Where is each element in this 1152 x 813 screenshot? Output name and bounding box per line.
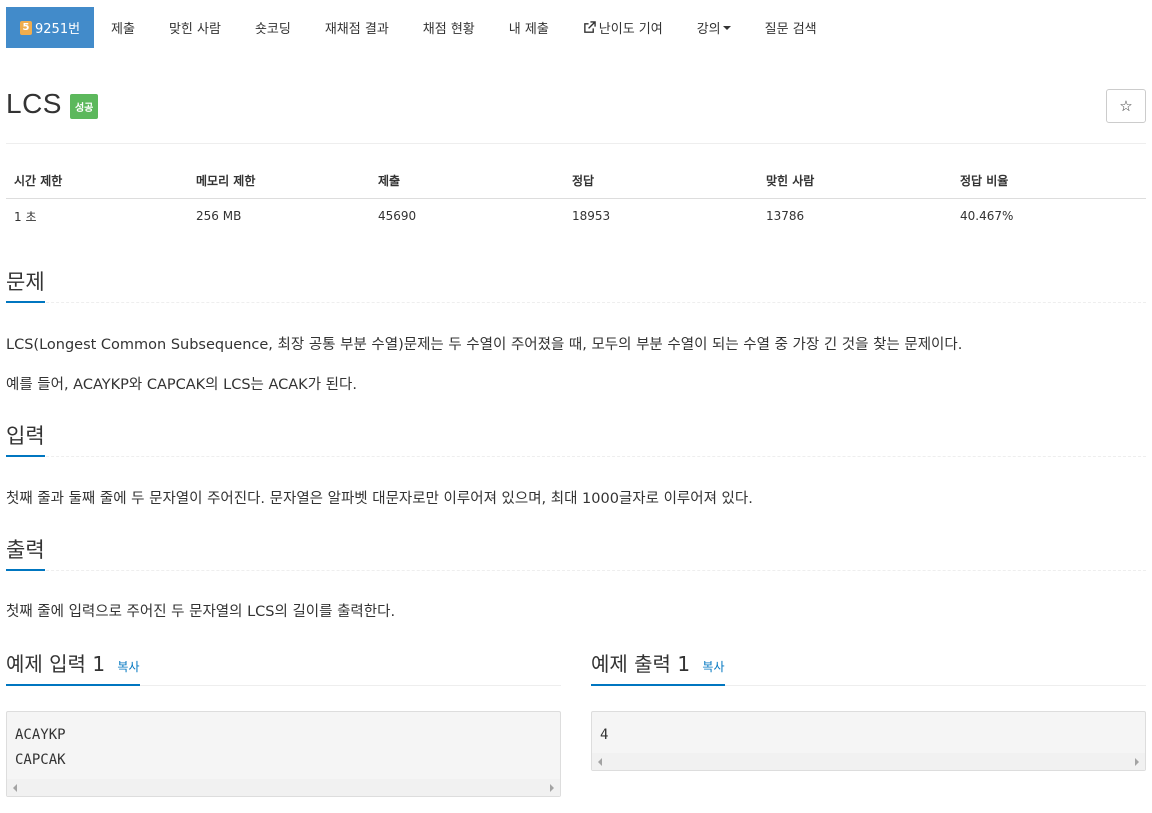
input-section-header: 입력 — [6, 420, 1146, 457]
tier-badge-icon: 5 — [20, 20, 32, 35]
output-description: 첫째 줄에 입력으로 주어진 두 문자열의 LCS의 길이를 출력한다. — [6, 604, 396, 620]
problem-menu: 5 9251번 제출 맞힌 사람 숏코딩 재채점 결과 채점 현황 내 제출 난… — [6, 7, 834, 48]
sample-input-heading: 예제 입력 1 복사 — [6, 648, 140, 686]
sample-input-header: 예제 입력 1 복사 — [6, 648, 561, 686]
sample-output-heading: 예제 출력 1 복사 — [591, 648, 725, 686]
question-search-tab[interactable]: 질문 검색 — [748, 7, 834, 48]
horizontal-scrollbar[interactable] — [592, 753, 1145, 770]
my-submissions-tab[interactable]: 내 제출 — [492, 7, 566, 48]
solved-users-tab[interactable]: 맞힌 사람 — [152, 7, 238, 48]
time-limit-header: 시간 제한 — [6, 164, 188, 199]
sample-output-title: 예제 출력 1 — [591, 652, 691, 676]
accept-ratio-value: 40.467% — [960, 209, 1014, 224]
memory-limit-value: 256 MB — [196, 209, 242, 224]
description-section-header: 문제 — [6, 266, 1146, 303]
problem-info-table: 시간 제한 메모리 제한 제출 정답 맞힌 사람 정답 비율 1 초 256 M… — [6, 164, 1146, 234]
rejudge-results-tab[interactable]: 재채점 결과 — [308, 7, 406, 48]
table-header-row: 시간 제한 메모리 제한 제출 정답 맞힌 사람 정답 비율 — [6, 164, 1146, 199]
difficulty-contribution-label: 난이도 기여 — [598, 22, 663, 37]
input-heading: 입력 — [6, 420, 45, 457]
accept-ratio-header: 정답 비율 — [952, 164, 1146, 199]
scroll-right-icon[interactable] — [550, 784, 554, 792]
problem-number-label: 9251번 — [35, 22, 81, 37]
output-section-header: 출력 — [6, 534, 1146, 571]
scroll-left-icon[interactable] — [598, 758, 602, 766]
description-paragraph-1: LCS(Longest Common Subsequence, 최장 공통 부분… — [6, 337, 963, 353]
horizontal-scrollbar[interactable] — [7, 779, 560, 796]
problem-title-row: LCS 성공 — [6, 88, 99, 120]
description-heading: 문제 — [6, 266, 45, 303]
submit-tab[interactable]: 제출 — [94, 7, 152, 48]
favorite-star-button[interactable]: ☆ — [1106, 89, 1146, 123]
time-limit-value: 1 초 — [14, 209, 37, 224]
table-row: 1 초 256 MB 45690 18953 13786 40.467% — [6, 198, 1146, 234]
short-coding-tab[interactable]: 숏코딩 — [238, 7, 308, 48]
sample-input-content: ACAYKP CAPCAK — [15, 727, 66, 768]
accepted-value: 18953 — [572, 209, 611, 224]
status-badge: 성공 — [69, 93, 99, 119]
caret-down-icon — [722, 25, 731, 30]
submissions-header: 제출 — [370, 164, 564, 199]
memory-limit-header: 메모리 제한 — [188, 164, 370, 199]
input-description: 첫째 줄과 둘째 줄에 두 문자열이 주어진다. 문자열은 알파벳 대문자로만 … — [6, 491, 753, 507]
sample-output-box[interactable]: 4 — [591, 711, 1146, 771]
scroll-left-icon[interactable] — [13, 784, 17, 792]
copy-sample-output-link[interactable]: 복사 — [702, 660, 724, 674]
external-link-icon — [583, 21, 596, 33]
output-heading: 출력 — [6, 534, 45, 571]
accepted-header: 정답 — [564, 164, 758, 199]
problem-title: LCS — [6, 88, 62, 119]
sample-output-content: 4 — [600, 727, 609, 743]
divider — [6, 143, 1146, 144]
problem-number-tab[interactable]: 5 9251번 — [6, 7, 95, 48]
difficulty-contribution-tab[interactable]: 난이도 기여 — [566, 7, 680, 48]
scroll-right-icon[interactable] — [1135, 758, 1139, 766]
solvers-header: 맞힌 사람 — [758, 164, 952, 199]
copy-sample-input-link[interactable]: 복사 — [117, 660, 139, 674]
lecture-dropdown[interactable]: 강의 — [680, 7, 748, 48]
description-paragraph-2: 예를 들어, ACAYKP와 CAPCAK의 LCS는 ACAK가 된다. — [6, 377, 357, 393]
lecture-label: 강의 — [696, 22, 721, 37]
sample-input-title: 예제 입력 1 — [6, 652, 106, 676]
sample-output-header: 예제 출력 1 복사 — [591, 648, 1146, 686]
sample-input-box[interactable]: ACAYKP CAPCAK — [6, 711, 561, 797]
submissions-value: 45690 — [378, 209, 417, 224]
solvers-value: 13786 — [766, 209, 805, 224]
judge-status-tab[interactable]: 채점 현황 — [406, 7, 492, 48]
